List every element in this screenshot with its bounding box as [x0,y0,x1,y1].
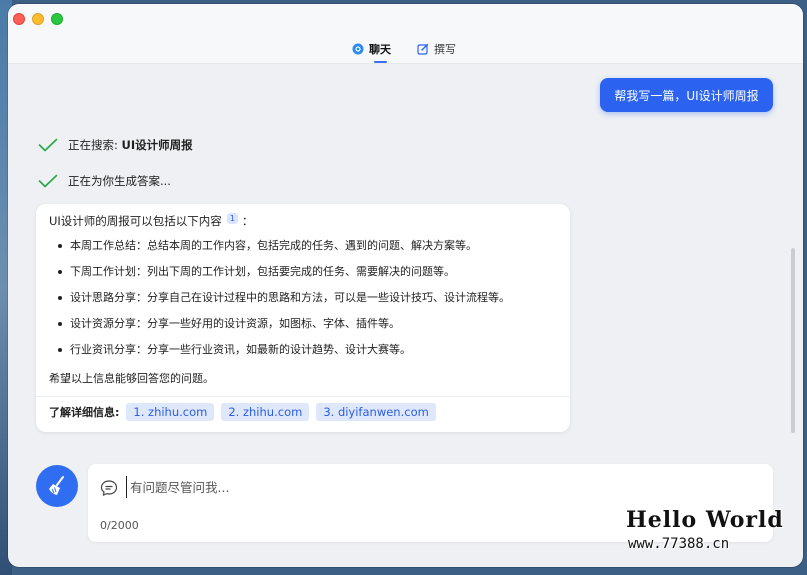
status-generating: 正在为你生成答案... [38,173,171,189]
check-icon [38,138,58,152]
app-window: 聊天 撰写 帮我写一篇，UI设计师周报 正在搜索: UI设计师周报 正在为你生成… [8,4,803,567]
answer-intro: UI设计师的周报可以包括以下内容 1 ： [49,212,254,228]
mode-tabs: 聊天 撰写 [352,40,456,63]
source-link-zhihu-1[interactable]: 1. zhihu.com [126,403,215,421]
tab-chat[interactable]: 聊天 [352,40,391,63]
source-link-zhihu-2[interactable]: 2. zhihu.com [221,403,310,421]
list-item: 行业资讯分享：分享一些行业资讯，如最新的设计趋势、设计大赛等。 [58,342,510,368]
status-searching-text: 正在搜索: UI设计师周报 [68,138,193,152]
tab-chat-label: 聊天 [369,43,391,56]
close-window-button[interactable] [13,13,25,25]
chat-bubble-icon [352,43,364,55]
char-counter: 0/2000 [100,519,139,532]
watermark-url: www.77388.cn [628,536,730,552]
status-searching: 正在搜索: UI设计师周报 [38,137,193,153]
bullet-icon [58,270,62,274]
sources-label: 了解详细信息: [49,406,120,419]
zoom-window-button[interactable] [51,13,63,25]
tab-compose[interactable]: 撰写 [417,40,456,58]
bullet-icon [58,244,62,248]
list-item: 下周工作计划：列出下周的工作计划，包括要完成的任务、需要解决的问题等。 [58,264,510,290]
bullet-icon [58,296,62,300]
check-icon [38,174,58,188]
citation-badge[interactable]: 1 [226,212,238,224]
new-topic-broom-button[interactable] [36,465,78,507]
list-item: 设计思路分享：分享自己在设计过程中的思路和方法，可以是一些设计技巧、设计流程等。 [58,290,510,316]
user-message-text: 帮我写一篇，UI设计师周报 [614,88,759,103]
broom-icon [49,476,64,495]
answer-list: 本周工作总结：总结本周的工作内容，包括完成的任务、遇到的问题、解决方案等。 下周… [58,238,510,368]
tab-compose-label: 撰写 [434,43,456,56]
sources-row: 了解详细信息: 1. zhihu.com 2. zhihu.com 3. diy… [49,403,436,421]
bullet-icon [58,348,62,352]
scrollbar[interactable] [791,248,795,433]
list-item: 设计资源分享：分享一些好用的设计资源，如图标、字体、插件等。 [58,316,510,342]
source-link-diyifanwen[interactable]: 3. diyifanwen.com [316,403,436,421]
answer-outro: 希望以上信息能够回答您的问题。 [49,372,214,385]
edit-icon [417,43,429,55]
user-message-bubble: 帮我写一篇，UI设计师周报 [600,78,773,112]
list-item: 本周工作总结：总结本周的工作内容，包括完成的任务、遇到的问题、解决方案等。 [58,238,510,264]
bullet-icon [58,322,62,326]
minimize-window-button[interactable] [32,13,44,25]
status-generating-text: 正在为你生成答案... [68,174,171,188]
divider [36,396,570,397]
chat-bubble-icon [100,480,118,496]
watermark-title: Hello World [626,507,784,533]
chat-input[interactable] [126,476,726,498]
titlebar: 聊天 撰写 [8,4,803,64]
answer-card: UI设计师的周报可以包括以下内容 1 ： 本周工作总结：总结本周的工作内容，包括… [36,204,570,432]
